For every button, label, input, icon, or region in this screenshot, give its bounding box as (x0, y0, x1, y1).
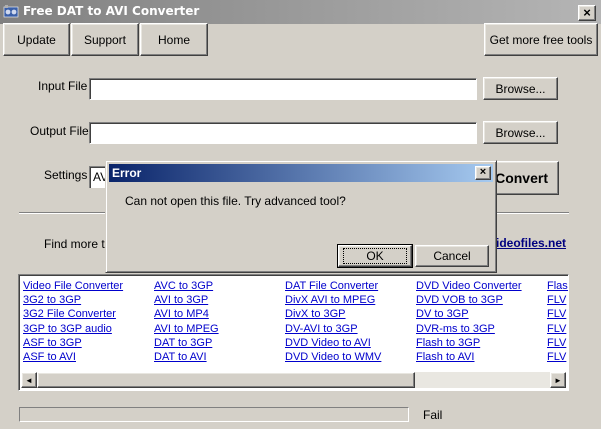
support-button-label: Support (83, 32, 127, 47)
tools-link-grid: Video File Converter 3G2 to 3GP 3G2 File… (23, 279, 568, 369)
scroll-left-button[interactable]: ◄ (21, 372, 37, 388)
input-file-label: Input File (38, 79, 88, 93)
scroll-right-button[interactable]: ► (550, 372, 566, 388)
update-button-label: Update (17, 32, 56, 47)
scrollbar-thumb[interactable] (37, 372, 415, 388)
tool-link[interactable]: ASF to 3GP (23, 336, 123, 350)
tool-link[interactable]: DV-AVI to 3GP (285, 322, 381, 336)
home-button-label: Home (157, 32, 190, 47)
horizontal-scrollbar[interactable]: ◄ ► (21, 372, 566, 388)
tool-link[interactable]: ASF to AVI (23, 350, 123, 364)
status-text: Fail (423, 408, 443, 422)
get-more-tools-button[interactable]: Get more free tools (484, 23, 598, 56)
tool-link[interactable]: FLV (547, 322, 568, 336)
dialog-title: Error (112, 166, 142, 180)
window-title: Free DAT to AVI Converter (23, 4, 200, 18)
app-film-icon (3, 5, 19, 18)
tool-link[interactable]: DAT to AVI (154, 350, 219, 364)
tool-link[interactable]: DVD Video to AVI (285, 336, 381, 350)
website-link[interactable]: ideofiles.net (496, 236, 566, 250)
output-file-field[interactable] (89, 122, 477, 144)
dialog-title-bar[interactable]: Error × (109, 164, 493, 182)
tool-link[interactable]: DAT File Converter (285, 279, 381, 293)
tool-link[interactable]: DivX to 3GP (285, 307, 381, 321)
arrow-left-icon: ◄ (25, 375, 33, 385)
tool-link[interactable]: DVR-ms to 3GP (416, 322, 522, 336)
link-column-5: Flash FLV FLV FLV FLV FLV (547, 279, 568, 364)
link-column-3: DAT File Converter DivX AVI to MPEG DivX… (285, 279, 381, 364)
tool-link[interactable]: DVD Video to WMV (285, 350, 381, 364)
tool-link[interactable]: AVI to MPEG (154, 322, 219, 336)
tool-link[interactable]: Flash to AVI (416, 350, 522, 364)
cancel-button[interactable]: Cancel (415, 245, 489, 267)
output-file-label: Output File (30, 124, 89, 138)
link-column-1: Video File Converter 3G2 to 3GP 3G2 File… (23, 279, 123, 364)
tool-link[interactable]: AVC to 3GP (154, 279, 219, 293)
update-button[interactable]: Update (3, 23, 70, 56)
tool-link[interactable]: FLV (547, 350, 568, 364)
convert-button-label: Convert (495, 170, 548, 186)
output-browse-label: Browse... (495, 125, 546, 140)
tool-link[interactable]: 3G2 to 3GP (23, 293, 123, 307)
tool-link[interactable]: FLV (547, 293, 568, 307)
tool-link[interactable]: AVI to 3GP (154, 293, 219, 307)
ok-button[interactable]: OK (337, 244, 413, 268)
close-icon: × (583, 5, 591, 20)
input-browse-label: Browse... (495, 81, 546, 96)
window-close-button[interactable]: × (578, 5, 596, 21)
conversion-progress-bar (19, 407, 409, 422)
tool-link[interactable]: DVD VOB to 3GP (416, 293, 522, 307)
tool-link[interactable]: AVI to MP4 (154, 307, 219, 321)
tool-link[interactable]: Flash to 3GP (416, 336, 522, 350)
tool-link[interactable]: DivX AVI to MPEG (285, 293, 381, 307)
tools-link-list: Video File Converter 3G2 to 3GP 3G2 File… (18, 274, 569, 391)
support-button[interactable]: Support (71, 23, 139, 56)
link-column-4: DVD Video Converter DVD VOB to 3GP DV to… (416, 279, 522, 364)
tool-link[interactable]: 3G2 File Converter (23, 307, 123, 321)
link-column-2: AVC to 3GP AVI to 3GP AVI to MP4 AVI to … (154, 279, 219, 364)
dialog-close-button[interactable]: × (475, 166, 491, 180)
tool-link[interactable]: DV to 3GP (416, 307, 522, 321)
input-browse-button[interactable]: Browse... (483, 77, 558, 100)
tool-link[interactable]: DVD Video Converter (416, 279, 522, 293)
error-dialog: Error × Can not open this file. Try adva… (105, 160, 497, 273)
close-icon: × (479, 166, 487, 178)
cancel-button-label: Cancel (433, 249, 471, 263)
settings-label: Settings (44, 168, 88, 182)
tool-link[interactable]: 3GP to 3GP audio (23, 322, 123, 336)
dialog-message: Can not open this file. Try advanced too… (125, 194, 346, 208)
title-bar[interactable]: Free DAT to AVI Converter × (0, 0, 601, 24)
output-browse-button[interactable]: Browse... (483, 121, 558, 144)
tool-link[interactable]: Video File Converter (23, 279, 123, 293)
get-more-tools-label: Get more free tools (489, 32, 593, 47)
tool-link[interactable]: Flash (547, 279, 568, 293)
input-file-field[interactable] (89, 78, 477, 100)
home-button[interactable]: Home (140, 23, 208, 56)
arrow-right-icon: ► (554, 375, 562, 385)
ok-button-label: OK (343, 248, 407, 264)
tool-link[interactable]: FLV (547, 336, 568, 350)
tool-link[interactable]: FLV (547, 307, 568, 321)
tool-link[interactable]: DAT to 3GP (154, 336, 219, 350)
main-window: Free DAT to AVI Converter × Update Suppo… (0, 0, 601, 429)
